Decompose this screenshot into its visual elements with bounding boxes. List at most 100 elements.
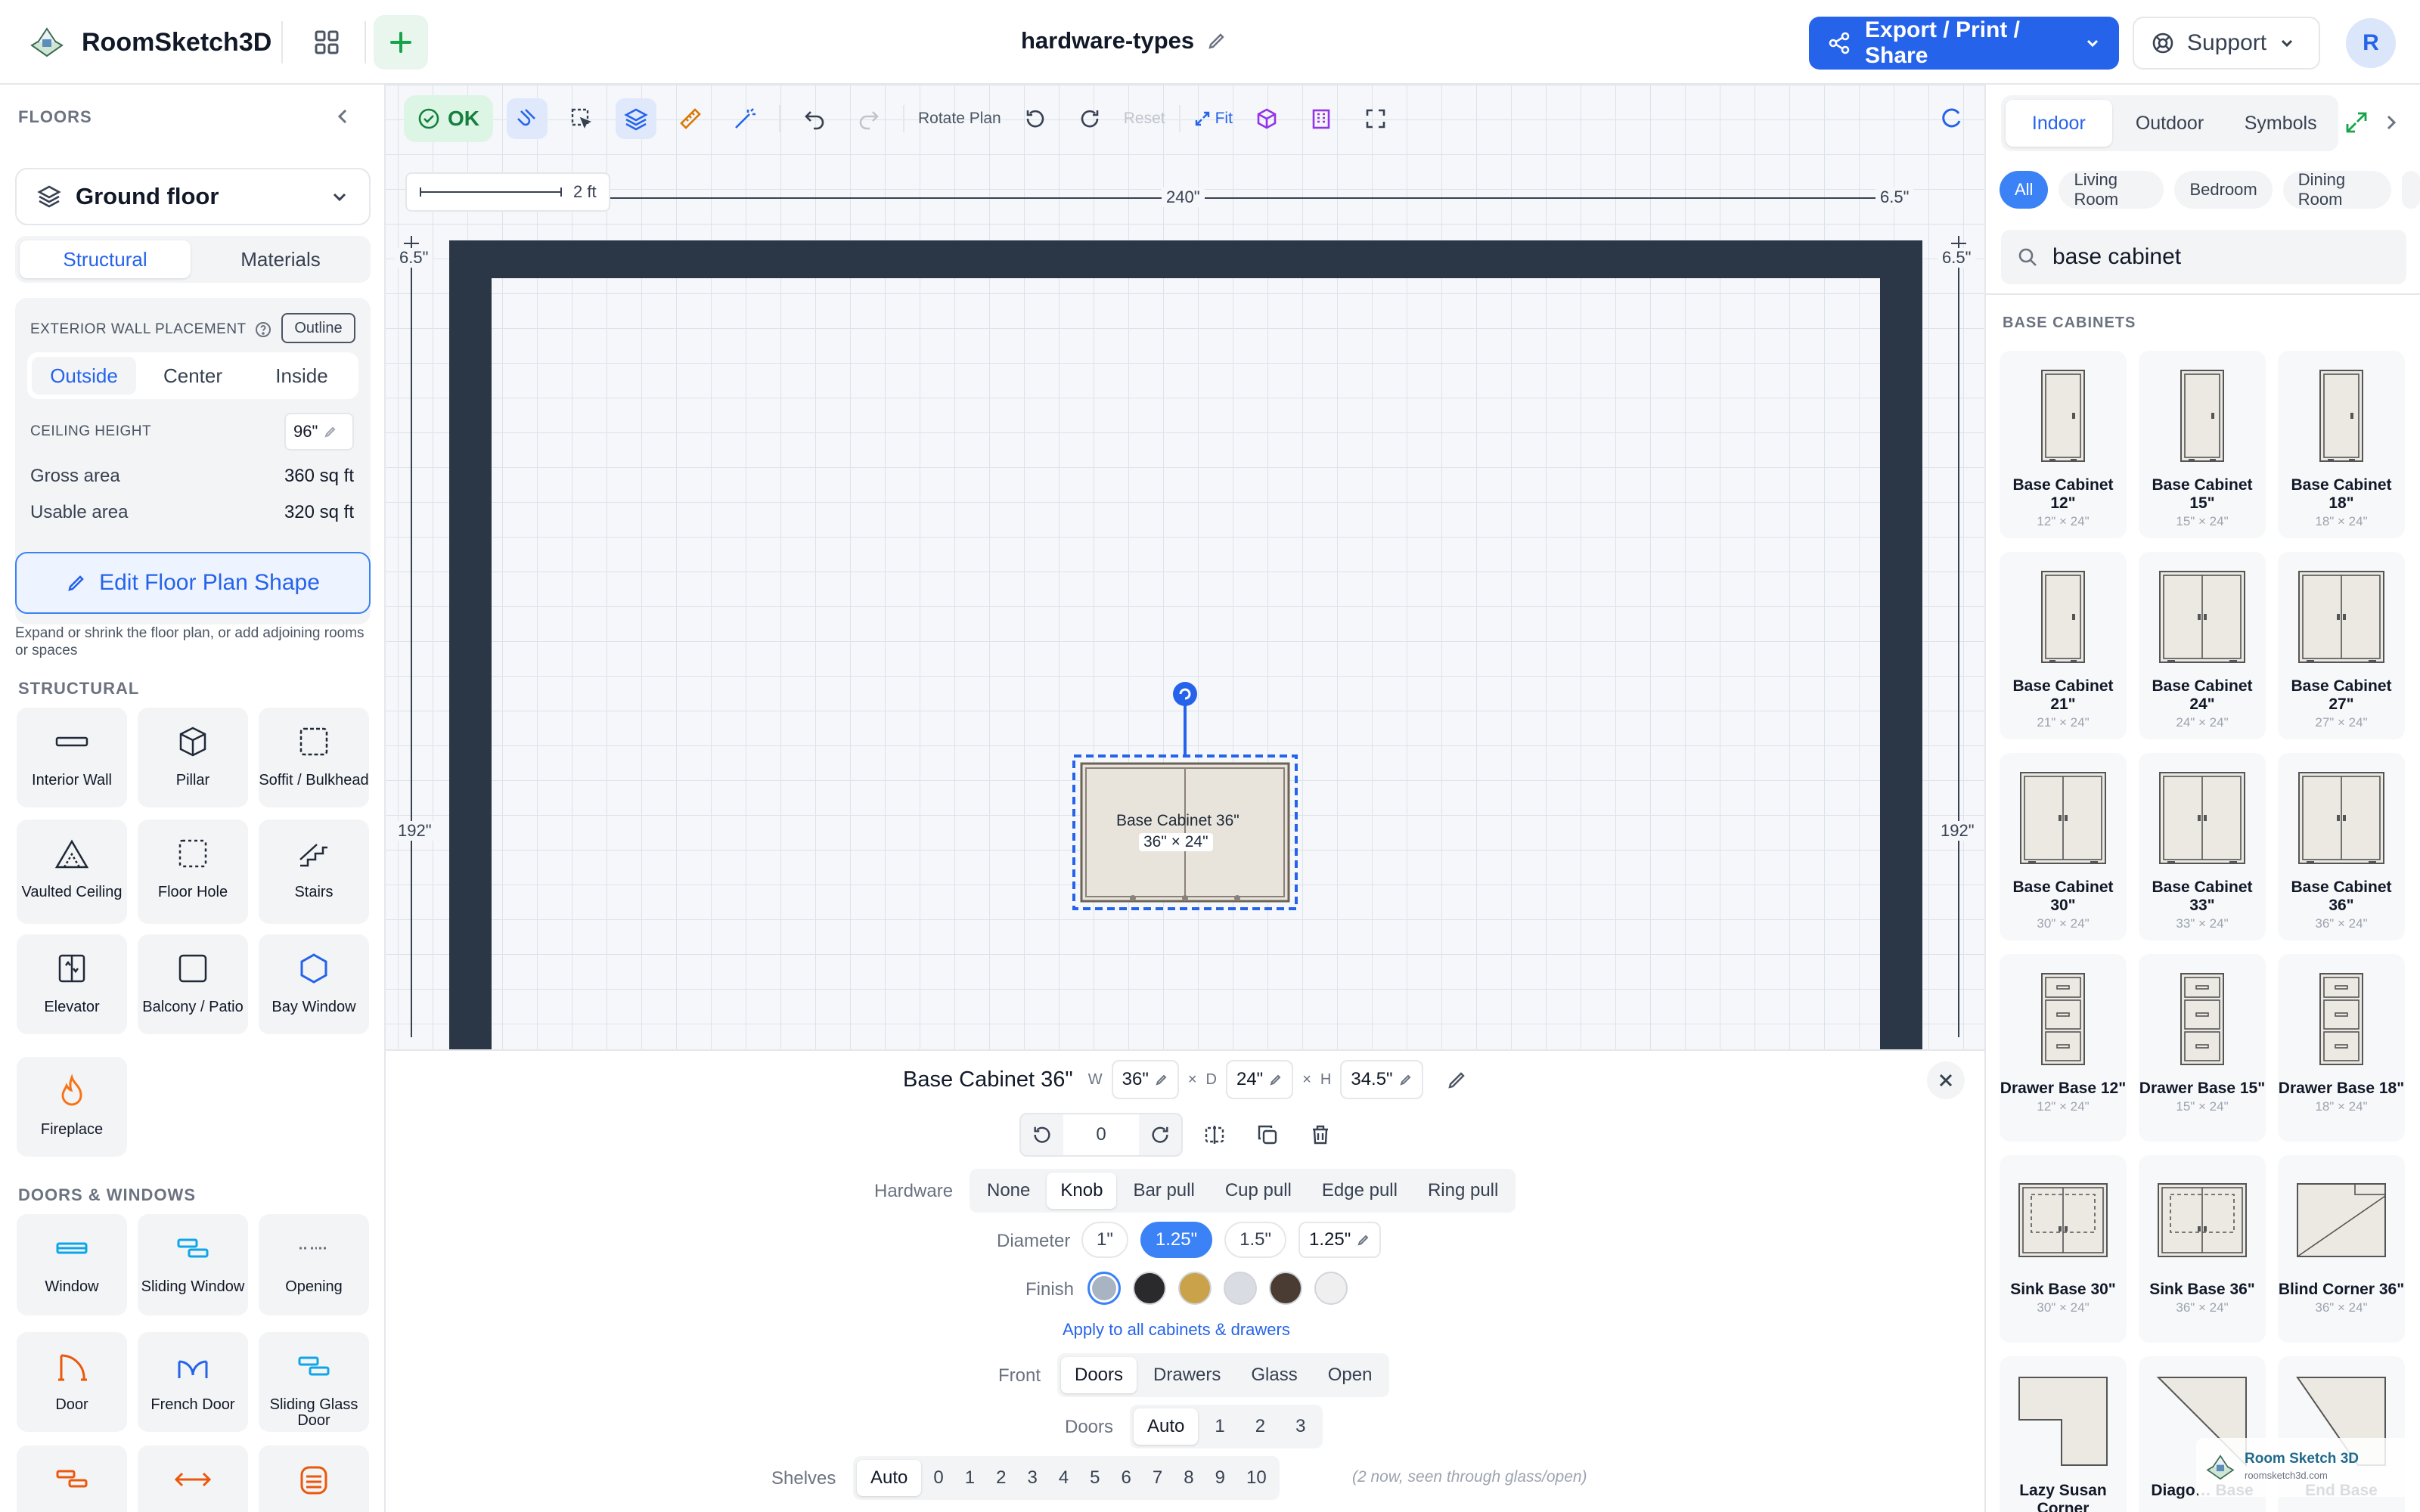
hardware-bar-pull[interactable]: Bar pull [1119,1173,1208,1209]
tool-stairs[interactable]: Stairs [259,820,369,924]
shelves-option[interactable]: Auto [857,1460,922,1496]
ceiling-height-input[interactable]: 96" [284,413,354,451]
catalog-item[interactable]: Base Cabinet 18" 18" × 24" [2278,351,2405,538]
front-open[interactable]: Open [1314,1357,1386,1393]
shelves-option[interactable]: 3 [1018,1460,1046,1496]
rotate-cw-button[interactable] [1069,98,1110,139]
diameter-1-5[interactable]: 1.5" [1224,1222,1286,1258]
tool-window[interactable]: Window [17,1214,127,1315]
layers-tool[interactable] [616,98,656,139]
placement-center[interactable]: Center [141,357,245,395]
tool-pillar[interactable]: Pillar [138,708,248,807]
catalog-item[interactable]: Lazy Susan Corner [2000,1356,2127,1512]
shelves-option[interactable]: 5 [1081,1460,1109,1496]
rotation-value[interactable]: 0 [1063,1114,1139,1155]
catalog-item[interactable]: Sink Base 36" 36" × 24" [2139,1155,2266,1343]
duplicate-icon[interactable] [1246,1114,1289,1156]
mirror-icon[interactable] [1193,1114,1236,1156]
elevation-button[interactable] [1301,98,1342,139]
catalog-item[interactable]: Base Cabinet 15" 15" × 24" [2139,351,2266,538]
brand[interactable]: RoomSketch3D [27,21,271,64]
tool-opening[interactable]: Opening [259,1214,369,1315]
chip-dining-room[interactable]: Dining Room [2282,170,2391,209]
front-drawers[interactable]: Drawers [1140,1357,1234,1393]
reset-button[interactable]: Reset [1124,110,1165,128]
rotate-ccw-button[interactable] [1015,98,1056,139]
new-project-button[interactable] [374,15,428,70]
diameter-custom-input[interactable]: 1.25" [1298,1222,1382,1258]
refresh-icon[interactable] [1939,106,1963,130]
finish-swatch[interactable] [1269,1272,1302,1305]
close-panel-button[interactable] [1927,1061,1965,1099]
measure-tool[interactable] [670,98,711,139]
shelves-option[interactable]: 8 [1174,1460,1202,1496]
floor-select[interactable]: Ground floor [15,168,371,225]
depth-input[interactable]: 24" [1225,1060,1294,1099]
chevron-right-icon[interactable] [2381,112,2402,133]
search-box[interactable]: base cabinet [2001,230,2406,284]
tab-symbols[interactable]: Symbols [2227,100,2334,147]
shelves-option[interactable]: 4 [1050,1460,1078,1496]
redo-button[interactable] [849,98,889,139]
export-button[interactable]: Export / Print / Share [1809,17,2119,70]
tool-fireplace[interactable]: Fireplace [17,1057,127,1157]
ok-button[interactable]: OK [404,95,493,142]
width-input[interactable]: 36" [1111,1060,1179,1099]
catalog-item[interactable]: Base Cabinet 27" 27" × 24" [2278,552,2405,739]
tool-soffit[interactable]: Soffit / Bulkhead [259,708,369,807]
expand-panel-icon[interactable] [2344,110,2369,135]
shelves-option[interactable]: 7 [1143,1460,1171,1496]
shelves-option[interactable]: 9 [1206,1460,1234,1496]
rename-pencil-icon[interactable] [1446,1068,1469,1091]
select-tool[interactable] [561,98,602,139]
tool-sliding-glass-door[interactable]: Sliding Glass Door [259,1332,369,1432]
catalog-item[interactable]: Base Cabinet 30" 30" × 24" [2000,753,2127,940]
tool-sliding-window[interactable]: Sliding Window [138,1214,248,1315]
catalog-item[interactable]: Base Cabinet 24" 24" × 24" [2139,552,2266,739]
chip-more[interactable] [2401,171,2420,209]
chip-all[interactable]: All [2000,171,2049,209]
tab-materials[interactable]: Materials [195,240,366,278]
shelves-option[interactable]: 0 [924,1460,952,1496]
doors-auto[interactable]: Auto [1134,1408,1199,1445]
snap-tool[interactable] [507,98,548,139]
catalog-item[interactable]: Base Cabinet 33" 33" × 24" [2139,753,2266,940]
magic-tool[interactable] [724,98,765,139]
plan-canvas[interactable]: OK Rotate Plan Reset Fit 2 ft 240" 6.5" … [386,85,1984,1049]
catalog-item[interactable]: Base Cabinet 12" 12" × 24" [2000,351,2127,538]
tool-more[interactable] [17,1445,127,1512]
pencil-icon[interactable] [1206,30,1227,51]
tool-door[interactable]: Door [17,1332,127,1432]
search-input[interactable]: base cabinet [2052,244,2181,270]
tool-balcony[interactable]: Balcony / Patio [138,934,248,1034]
tool-more[interactable] [259,1445,369,1512]
shelves-option[interactable]: 1 [956,1460,984,1496]
project-title-group[interactable]: hardware-types [1021,27,1227,54]
hardware-cup-pull[interactable]: Cup pull [1212,1173,1305,1209]
tab-outdoor[interactable]: Outdoor [2117,100,2223,147]
tab-indoor[interactable]: Indoor [2006,100,2112,147]
front-glass[interactable]: Glass [1237,1357,1311,1393]
outline-button[interactable]: Outline [281,313,355,343]
doors-3[interactable]: 3 [1282,1408,1319,1445]
3d-view-button[interactable] [1246,98,1287,139]
catalog-item[interactable]: Base Cabinet 21" 21" × 24" [2000,552,2127,739]
placement-outside[interactable]: Outside [32,357,136,395]
finish-swatch[interactable] [1314,1272,1348,1305]
hardware-knob[interactable]: Knob [1047,1173,1117,1209]
help-icon[interactable] [254,321,272,339]
catalog-item[interactable]: Drawer Base 15" 15" × 24" [2139,954,2266,1142]
finish-swatch[interactable] [1133,1272,1166,1305]
fullscreen-button[interactable] [1355,98,1396,139]
chip-bedroom[interactable]: Bedroom [2174,171,2273,209]
apply-all-link[interactable]: Apply to all cabinets & drawers [1063,1320,1290,1340]
support-button[interactable]: Support [2133,17,2320,70]
collapse-sidebar-icon[interactable] [333,106,354,127]
catalog-item[interactable]: Drawer Base 18" 18" × 24" [2278,954,2405,1142]
selected-cabinet[interactable] [1066,676,1308,918]
tool-interior-wall[interactable]: Interior Wall [17,708,127,807]
diameter-1[interactable]: 1" [1081,1222,1128,1258]
catalog-item[interactable]: Sink Base 30" 30" × 24" [2000,1155,2127,1343]
doors-1[interactable]: 1 [1201,1408,1238,1445]
catalog-item[interactable]: Blind Corner 36" 36" × 24" [2278,1155,2405,1343]
